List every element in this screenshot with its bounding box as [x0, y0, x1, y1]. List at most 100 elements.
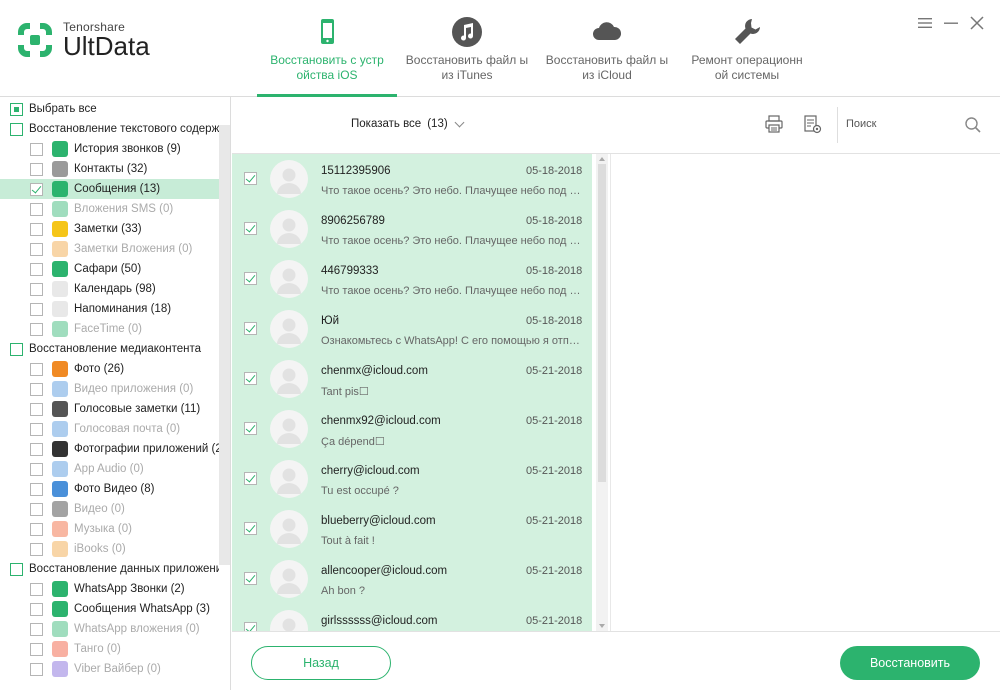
item-checkbox[interactable] — [30, 622, 43, 636]
item-checkbox[interactable] — [30, 222, 43, 236]
sidebar-item[interactable]: Заметки (33) — [0, 219, 219, 239]
message-preview: Tu est occupé ? — [321, 485, 399, 497]
minimize-icon[interactable] — [942, 14, 960, 32]
scrollbar-thumb[interactable] — [598, 164, 606, 482]
tab-repair-os[interactable]: Ремонт операционн ой системы — [677, 0, 817, 97]
message-checkbox[interactable] — [244, 372, 257, 385]
message-checkbox[interactable] — [244, 472, 257, 485]
sidebar-item[interactable]: Заметки Вложения (0) — [0, 239, 219, 259]
sidebar-item[interactable]: История звонков (9) — [0, 139, 219, 159]
item-checkbox[interactable] — [30, 402, 43, 416]
sidebar-section-header[interactable]: Восстановление медиаконтента — [0, 339, 219, 359]
search-input[interactable] — [846, 114, 956, 134]
sidebar-item[interactable]: Видео (0) — [0, 499, 219, 519]
sidebar-item[interactable]: Танго (0) — [0, 639, 219, 659]
message-checkbox[interactable] — [244, 172, 257, 185]
sidebar-section-header[interactable]: Восстановление текстового содержи — [0, 119, 219, 139]
sidebar-item[interactable]: Фото (26) — [0, 359, 219, 379]
item-checkbox[interactable] — [30, 182, 43, 196]
sidebar-scrollbar[interactable] — [219, 125, 230, 565]
sidebar-item[interactable]: Сафари (50) — [0, 259, 219, 279]
sidebar-item[interactable]: Видео приложения (0) — [0, 379, 219, 399]
message-row[interactable]: 446799333 05-18-2018 Что такое осень? Это … — [232, 254, 592, 304]
sidebar-item[interactable]: Музыка (0) — [0, 519, 219, 539]
item-checkbox[interactable] — [30, 262, 43, 276]
select-all-row[interactable]: Выбрать все — [0, 99, 219, 119]
section-toggle-icon[interactable] — [10, 342, 23, 356]
item-checkbox[interactable] — [30, 142, 43, 156]
message-row[interactable]: girlssssss@icloud.com 05-21-2018 — [232, 604, 592, 631]
message-row[interactable]: 8906256789 05-18-2018 Что такое осень? Это… — [232, 204, 592, 254]
scroll-up-arrow-icon[interactable] — [599, 157, 605, 161]
sidebar-item[interactable]: WhatsApp вложения (0) — [0, 619, 219, 639]
sidebar-item[interactable]: iBooks (0) — [0, 539, 219, 559]
sidebar-item[interactable]: Фото Видео (8) — [0, 479, 219, 499]
item-checkbox[interactable] — [30, 162, 43, 176]
sidebar-item[interactable]: App Audio (0) — [0, 459, 219, 479]
restore-button[interactable]: Восстановить — [840, 646, 980, 680]
item-checkbox[interactable] — [30, 362, 43, 376]
menu-icon[interactable] — [916, 14, 934, 32]
item-checkbox[interactable] — [30, 482, 43, 496]
message-row[interactable]: blueberry@icloud.com 05-21-2018 Tout à fai… — [232, 504, 592, 554]
message-row[interactable]: Юй 05-18-2018 Ознакомьтесь с WhatsApp! С е… — [232, 304, 592, 354]
message-checkbox[interactable] — [244, 222, 257, 235]
item-checkbox[interactable] — [30, 642, 43, 656]
message-row[interactable]: chenmx@icloud.com 05-21-2018 Tant pis☐ — [232, 354, 592, 404]
sidebar-item[interactable]: Напоминания (18) — [0, 299, 219, 319]
tab-recover-icloud[interactable]: Восстановить файл ы из iCloud — [537, 0, 677, 97]
message-row[interactable]: 15112395906 05-18-2018 Что такое осень? Эт… — [232, 154, 592, 204]
close-icon[interactable] — [968, 14, 986, 32]
message-row[interactable]: chenmx92@icloud.com 05-21-2018 Ça dépend☐ — [232, 404, 592, 454]
sidebar-item[interactable]: Календарь (98) — [0, 279, 219, 299]
sidebar-item[interactable]: Фотографии приложений (24 — [0, 439, 219, 459]
item-checkbox[interactable] — [30, 302, 43, 316]
sidebar-item[interactable]: FaceTime (0) — [0, 319, 219, 339]
export-settings-icon[interactable] — [802, 114, 822, 134]
item-checkbox[interactable] — [30, 282, 43, 296]
sidebar-section-header[interactable]: Восстановление данных приложений — [0, 559, 219, 579]
item-checkbox[interactable] — [30, 662, 43, 676]
sidebar-item[interactable]: Голосовые заметки (11) — [0, 399, 219, 419]
item-checkbox[interactable] — [30, 522, 43, 536]
sidebar-item[interactable]: Viber Вайбер (0) — [0, 659, 219, 679]
item-checkbox[interactable] — [30, 542, 43, 556]
item-checkbox[interactable] — [30, 462, 43, 476]
item-checkbox[interactable] — [30, 422, 43, 436]
sidebar-item[interactable]: Сообщения WhatsApp (3) — [0, 599, 219, 619]
search-icon[interactable] — [964, 116, 982, 134]
item-checkbox[interactable] — [30, 202, 43, 216]
back-button[interactable]: Назад — [251, 646, 391, 680]
message-row[interactable]: allencooper@icloud.com 05-21-2018 Ah bon ? — [232, 554, 592, 604]
sidebar-item[interactable]: Вложения SMS (0) — [0, 199, 219, 219]
message-checkbox[interactable] — [244, 522, 257, 535]
message-checkbox[interactable] — [244, 322, 257, 335]
sidebar-item[interactable]: Голосовая почта (0) — [0, 419, 219, 439]
section-toggle-icon[interactable] — [10, 122, 23, 136]
message-row[interactable]: cherry@icloud.com 05-21-2018 Tu est occupé… — [232, 454, 592, 504]
message-list-scrollbar[interactable] — [596, 154, 608, 631]
scroll-down-arrow-icon[interactable] — [599, 624, 605, 628]
photo-video-icon — [52, 481, 68, 497]
print-icon[interactable] — [764, 114, 784, 134]
item-checkbox[interactable] — [30, 442, 43, 456]
tab-recover-itunes[interactable]: Восстановить файл ы из iTunes — [397, 0, 537, 97]
message-checkbox[interactable] — [244, 572, 257, 585]
select-all-checkbox[interactable] — [10, 102, 23, 116]
tab-recover-ios[interactable]: Восстановить с устр ойства iOS — [257, 0, 397, 97]
message-checkbox[interactable] — [244, 422, 257, 435]
message-checkbox[interactable] — [244, 272, 257, 285]
show-all-dropdown[interactable]: Показать все (13) — [351, 117, 465, 130]
item-checkbox[interactable] — [30, 602, 43, 616]
sidebar-item[interactable]: WhatsApp Звонки (2) — [0, 579, 219, 599]
message-preview: Tant pis☐ — [321, 386, 369, 398]
item-checkbox[interactable] — [30, 242, 43, 256]
item-checkbox[interactable] — [30, 322, 43, 336]
item-checkbox[interactable] — [30, 502, 43, 516]
sidebar-item[interactable]: Контакты (32) — [0, 159, 219, 179]
sidebar-item[interactable]: Сообщения (13) — [0, 179, 219, 199]
item-checkbox[interactable] — [30, 382, 43, 396]
item-checkbox[interactable] — [30, 582, 43, 596]
message-checkbox[interactable] — [244, 622, 257, 631]
section-toggle-icon[interactable] — [10, 562, 23, 576]
